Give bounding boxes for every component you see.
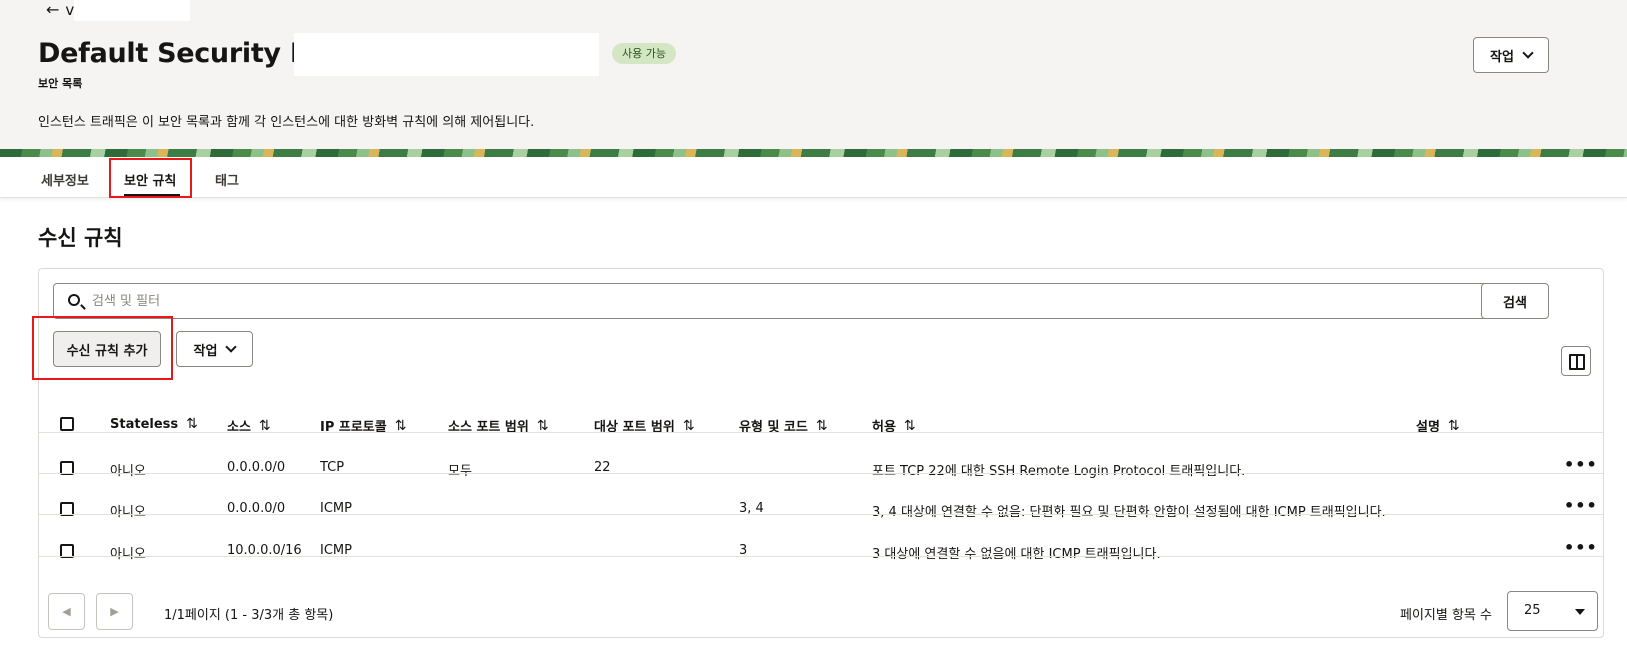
search-icon (68, 294, 80, 306)
cell-allows: 3 대상에 연결할 수 없음에 대한 ICMP 트래픽입니다. (872, 547, 1161, 562)
page-description: 인스턴스 트래픽은 이 보안 목록과 함께 각 인스턴스에 대한 방화벽 규칙에… (38, 115, 535, 130)
next-page-button[interactable]: ▶ (96, 593, 133, 630)
header-actions-label: 작업 (1490, 49, 1514, 65)
pagination-info: 1/1페이지 (1 - 3/3개 총 항목) (164, 608, 334, 623)
header-actions-button[interactable]: 작업 (1473, 37, 1549, 73)
section-title: 수신 규칙 (38, 226, 123, 250)
search-button-label: 검색 (1503, 295, 1527, 311)
items-per-page-label: 페이지별 항목 수 (1400, 608, 1492, 623)
table-actions-label: 작업 (193, 343, 218, 359)
tab-bar: 세부정보 보안 규칙 태그 (0, 157, 1627, 198)
cell-source-port: 모두 (448, 464, 472, 479)
back-link-label: v (65, 0, 75, 19)
chevron-down-icon (225, 341, 238, 353)
items-per-page-select[interactable]: 25 (1507, 591, 1598, 631)
page-header (0, 0, 1627, 156)
redacted-block (74, 0, 190, 21)
items-per-page-value: 25 (1524, 603, 1541, 618)
caret-down-icon (1575, 609, 1585, 615)
back-link[interactable]: ← v (46, 0, 74, 19)
cell-stateless: 아니오 (110, 505, 146, 520)
chevron-left-icon: ◀ (62, 605, 71, 618)
arrow-left-icon: ← (46, 0, 60, 19)
row-more-icon[interactable]: ••• (1564, 538, 1598, 557)
column-header-stateless[interactable]: Stateless ⇅ (110, 416, 198, 432)
highlight-box-add-button (32, 316, 173, 380)
previous-page-button[interactable]: ◀ (48, 593, 85, 630)
ingress-rules-panel (38, 268, 1604, 638)
chevron-down-icon (1522, 47, 1534, 59)
resource-type-label: 보안 목록 (38, 77, 83, 90)
cell-stateless: 아니오 (110, 464, 146, 479)
tab-details[interactable]: 세부정보 (41, 170, 89, 189)
cell-stateless: 아니오 (110, 547, 146, 562)
cell-allows: 포트 TCP 22에 대한 SSH Remote Login Protocol … (872, 464, 1246, 479)
status-badge: 사용 가능 (612, 43, 676, 64)
cell-allows: 3, 4 대상에 연결할 수 없음: 단편화 필요 및 단편화 안함이 설정됨에… (872, 505, 1386, 520)
column-layout-icon[interactable] (1561, 346, 1591, 376)
decorative-banner-stripe (0, 149, 1627, 157)
row-more-icon[interactable]: ••• (1564, 496, 1598, 515)
chevron-right-icon: ▶ (110, 605, 119, 618)
redacted-block (294, 33, 599, 76)
row-divider (39, 473, 1603, 474)
row-divider (39, 556, 1603, 557)
search-bar (53, 283, 1522, 319)
search-button[interactable]: 검색 (1481, 283, 1549, 319)
sort-icon: ⇅ (186, 416, 198, 432)
row-more-icon[interactable]: ••• (1564, 455, 1598, 474)
highlight-box-tab (109, 158, 192, 198)
tab-tags[interactable]: 태그 (215, 170, 239, 189)
table-actions-button[interactable]: 작업 (176, 331, 253, 367)
row-divider (39, 514, 1603, 515)
search-input[interactable] (92, 290, 1492, 312)
row-divider (39, 432, 1603, 433)
select-all-checkbox[interactable] (60, 417, 74, 431)
